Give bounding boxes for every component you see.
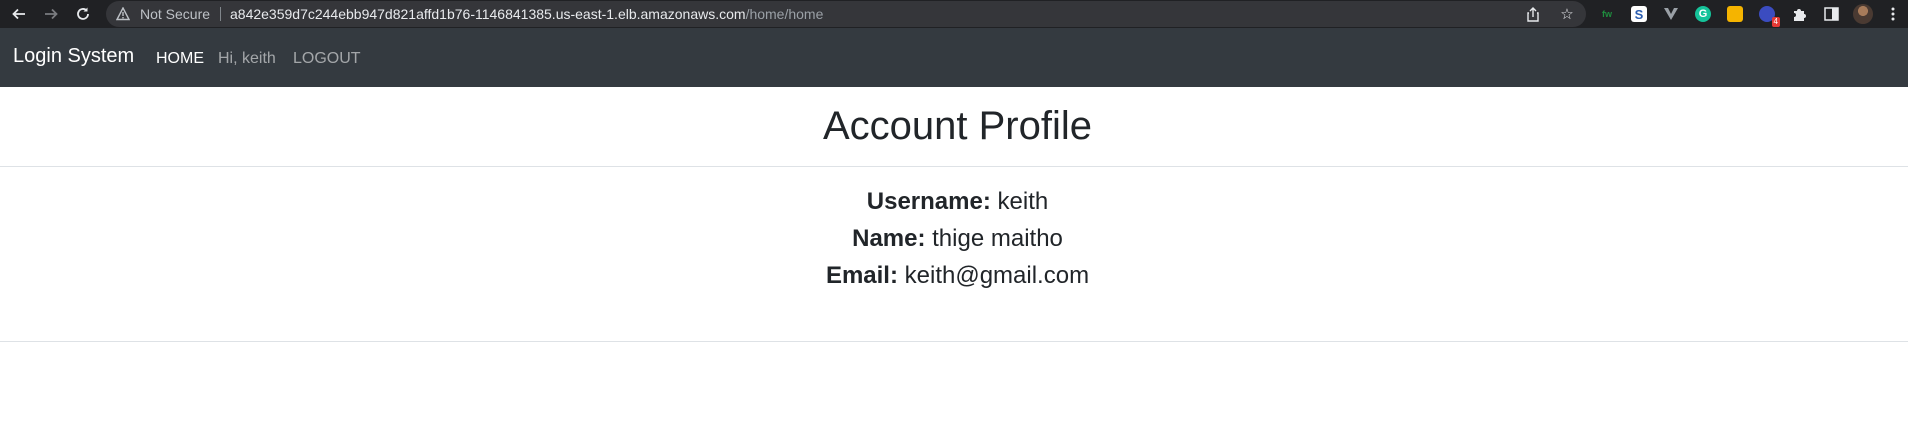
share-icon[interactable]: [1524, 5, 1542, 23]
address-bar[interactable]: Not Secure a842e359d7c244ebb947d821affd1…: [106, 1, 1586, 27]
grammarly-icon[interactable]: G: [1692, 3, 1714, 25]
email-label: Email:: [825, 262, 898, 289]
reload-icon[interactable]: [72, 3, 94, 25]
side-panel-icon[interactable]: [1820, 3, 1842, 25]
extension-s-icon[interactable]: S: [1628, 3, 1650, 25]
divider: [220, 7, 221, 21]
brand-link[interactable]: Login System: [13, 45, 134, 68]
divider: [0, 341, 1908, 342]
extension-yellow-icon[interactable]: [1724, 3, 1746, 25]
extension-badge-icon[interactable]: 4: [1756, 3, 1780, 27]
url-host: a842e359d7c244ebb947d821affd1b76-1146841…: [230, 6, 746, 22]
extension-green-icon[interactable]: fw: [1596, 3, 1618, 25]
browser-toolbar: Not Secure a842e359d7c244ebb947d821affd1…: [0, 0, 1908, 28]
warning-icon: [116, 7, 130, 21]
app-navbar: Login System HOME Hi, keith LOGOUT: [0, 28, 1908, 87]
back-arrow-icon[interactable]: [8, 3, 30, 25]
bookmark-star-icon[interactable]: ☆: [1558, 5, 1576, 23]
username-row: Username: keith: [0, 188, 1908, 216]
email-value: keith@gmail.com: [904, 262, 1090, 289]
username-value: keith: [997, 188, 1049, 215]
chrome-menu-icon[interactable]: [1882, 3, 1904, 25]
url-path: /home/home: [745, 6, 824, 22]
name-row: Name: thige maitho: [0, 225, 1908, 253]
page-title: Account Profile: [822, 104, 1093, 148]
divider: [0, 166, 1908, 167]
extension-v-icon[interactable]: [1660, 3, 1682, 25]
nav-logout-link[interactable]: LOGOUT: [293, 50, 361, 68]
username-label: Username:: [866, 188, 991, 215]
name-label: Name:: [852, 225, 926, 252]
url-text[interactable]: a842e359d7c244ebb947d821affd1b76-1146841…: [230, 6, 823, 22]
forward-arrow-icon[interactable]: [40, 3, 62, 25]
not-secure-label[interactable]: Not Secure: [140, 6, 210, 22]
nav-home-link[interactable]: HOME: [156, 50, 204, 68]
profile-avatar[interactable]: [1852, 3, 1874, 25]
name-value: thige maitho: [932, 225, 1063, 252]
email-row: Email: keith@gmail.com: [0, 262, 1908, 290]
extensions-puzzle-icon[interactable]: [1788, 3, 1810, 25]
nav-greeting-link[interactable]: Hi, keith: [218, 50, 276, 68]
extension-badge-count: 4: [1771, 17, 1780, 27]
